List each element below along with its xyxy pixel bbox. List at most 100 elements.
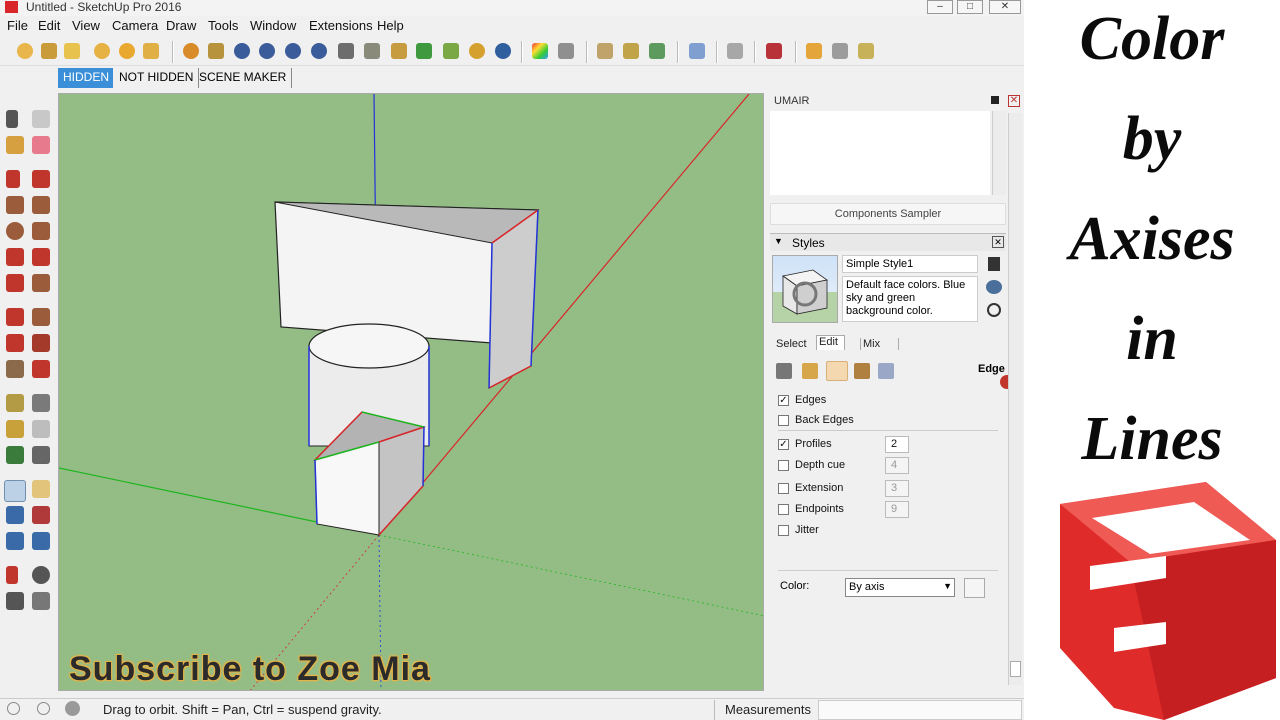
minimize-button[interactable]: – xyxy=(927,0,953,14)
pencil-icon[interactable] xyxy=(6,170,20,188)
components-sampler-bar[interactable]: Components Sampler xyxy=(770,203,1006,225)
component-icon[interactable] xyxy=(32,110,50,128)
tape-measure-icon[interactable] xyxy=(6,394,24,412)
menu-view[interactable]: View xyxy=(72,18,100,33)
menu-window[interactable]: Window xyxy=(250,18,296,33)
drawing-viewport[interactable]: Subscribe to Zoe Mia xyxy=(58,93,764,691)
scale-icon[interactable] xyxy=(6,360,24,378)
styles-panel-header[interactable]: ▼ Styles ✕ xyxy=(770,233,1006,251)
tab-not-hidden[interactable]: NOT HIDDEN xyxy=(114,68,200,88)
maximize-button[interactable]: □ xyxy=(957,0,983,14)
hat-tool-icon[interactable] xyxy=(41,43,57,59)
create-style-icon[interactable] xyxy=(986,280,1002,294)
watermark-settings-icon[interactable] xyxy=(854,363,870,379)
endpoints-field[interactable]: 9 xyxy=(885,501,909,518)
credits-icon[interactable] xyxy=(37,702,50,715)
bolt-tool-icon[interactable] xyxy=(143,43,159,59)
close-button[interactable]: ✕ xyxy=(989,0,1021,14)
undo-tool-icon[interactable] xyxy=(727,43,743,59)
profiles-checkbox[interactable]: ✓ xyxy=(778,439,789,450)
freehand-icon[interactable] xyxy=(32,170,50,188)
update-style-icon[interactable] xyxy=(987,303,1001,317)
eraser-icon[interactable] xyxy=(32,136,50,154)
tag-tool-icon[interactable] xyxy=(208,43,224,59)
push-pull-icon[interactable] xyxy=(32,308,50,326)
section-plane-icon[interactable] xyxy=(32,592,50,610)
menu-camera[interactable]: Camera xyxy=(112,18,158,33)
hand-tool-icon[interactable] xyxy=(597,43,613,59)
menu-draw[interactable]: Draw xyxy=(166,18,196,33)
geo-location-icon[interactable] xyxy=(7,702,20,715)
style-name-field[interactable]: Simple Style1 xyxy=(842,255,978,273)
protractor-icon[interactable] xyxy=(6,420,24,438)
arc-icon[interactable] xyxy=(6,248,24,266)
move-icon[interactable] xyxy=(6,308,24,326)
profiles-width-field[interactable]: 2 xyxy=(885,436,909,453)
edges-checkbox[interactable]: ✓ xyxy=(778,395,789,406)
axes-icon[interactable] xyxy=(6,446,24,464)
menu-help[interactable]: Help xyxy=(377,18,404,33)
orbit-icon[interactable] xyxy=(4,480,26,502)
fish-tool-icon[interactable] xyxy=(391,43,407,59)
3d-text-icon[interactable] xyxy=(32,446,50,464)
menu-tools[interactable]: Tools xyxy=(208,18,238,33)
edge-color-swatch[interactable] xyxy=(964,578,985,598)
zoom-extents-icon[interactable] xyxy=(6,532,24,550)
zoom-window-icon[interactable] xyxy=(32,506,50,524)
tray-scrollbar-thumb[interactable] xyxy=(1010,661,1021,677)
ball-tool-icon[interactable] xyxy=(119,43,135,59)
rt-tool-icon[interactable] xyxy=(259,43,275,59)
collapse-triangle-icon[interactable]: ▼ xyxy=(774,236,783,246)
ruby-tool-icon[interactable] xyxy=(766,43,782,59)
menu-file[interactable]: File xyxy=(7,18,28,33)
rectangle-icon[interactable] xyxy=(6,196,24,214)
tab-scene-maker[interactable]: SCENE MAKER xyxy=(194,68,293,88)
measurements-input[interactable] xyxy=(818,700,1022,720)
extension-checkbox[interactable] xyxy=(778,483,789,494)
tree-tool-icon[interactable] xyxy=(443,43,459,59)
offset-icon[interactable] xyxy=(32,360,50,378)
ring-tool-icon[interactable] xyxy=(94,43,110,59)
style-description-field[interactable]: Default face colors. Blue sky and green … xyxy=(842,276,978,322)
cube-arrow-tool-icon[interactable] xyxy=(858,43,874,59)
follow-me-icon[interactable] xyxy=(32,334,50,352)
lamp-tool-icon[interactable] xyxy=(623,43,639,59)
position-camera-icon[interactable] xyxy=(6,566,18,584)
box-tool-icon[interactable] xyxy=(806,43,822,59)
rotate-icon[interactable] xyxy=(6,334,24,352)
pan-icon[interactable] xyxy=(32,480,50,498)
rotated-rectangle-icon[interactable] xyxy=(32,196,50,214)
walk-icon[interactable] xyxy=(6,592,24,610)
pie-icon[interactable] xyxy=(32,274,50,292)
select-arrow-icon[interactable] xyxy=(6,110,18,128)
dropdown-arrow-icon[interactable]: ▼ xyxy=(943,581,952,591)
face-settings-icon[interactable] xyxy=(802,363,818,379)
edge-color-dropdown[interactable]: By axis ▼ xyxy=(845,578,955,597)
extension-field[interactable]: 3 xyxy=(885,480,909,497)
pin-icon[interactable] xyxy=(991,96,999,104)
fe-tool-icon[interactable] xyxy=(689,43,705,59)
sphere-tool-icon[interactable] xyxy=(17,43,33,59)
paint-bucket-icon[interactable] xyxy=(6,136,24,154)
tab-mix[interactable]: Mix xyxy=(860,338,900,350)
target-tool-icon[interactable] xyxy=(469,43,485,59)
pause-tool-icon[interactable] xyxy=(495,43,511,59)
tray-scrollbar[interactable] xyxy=(1008,113,1022,685)
select-arrow-tool-icon[interactable] xyxy=(64,43,80,59)
menu-edit[interactable]: Edit xyxy=(38,18,60,33)
e-tool-icon[interactable] xyxy=(311,43,327,59)
tab-edit[interactable]: Edit xyxy=(816,335,845,350)
br-tool-icon[interactable] xyxy=(285,43,301,59)
color-tool-icon[interactable] xyxy=(532,43,548,59)
grid-tool-icon[interactable] xyxy=(416,43,432,59)
styles-close-icon[interactable]: ✕ xyxy=(992,236,1004,248)
user-icon[interactable] xyxy=(65,701,80,716)
save-style-icon[interactable] xyxy=(988,257,1000,271)
tab-select[interactable]: Select xyxy=(776,338,807,350)
background-settings-icon[interactable] xyxy=(826,361,848,381)
polygon-icon[interactable] xyxy=(32,222,50,240)
edge-settings-icon[interactable] xyxy=(776,363,792,379)
circle-icon[interactable] xyxy=(6,222,24,240)
diamond-tool-icon[interactable] xyxy=(364,43,380,59)
house-tool-icon[interactable] xyxy=(649,43,665,59)
